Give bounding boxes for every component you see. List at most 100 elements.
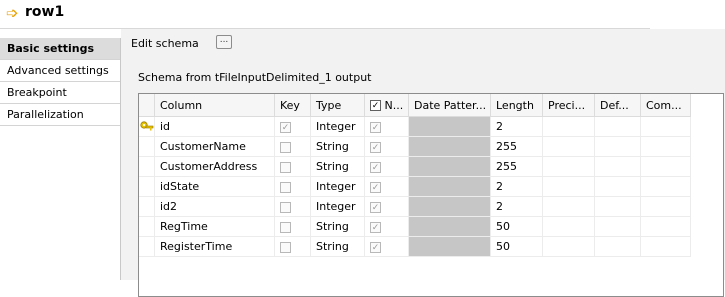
- cell-length[interactable]: 2: [490, 176, 543, 197]
- key-checkbox[interactable]: [280, 181, 291, 193]
- sidebar-item-breakpoint[interactable]: Breakpoint: [0, 82, 120, 104]
- cell-default[interactable]: [594, 156, 641, 177]
- cell-comment[interactable]: [640, 216, 691, 237]
- cell-key[interactable]: [274, 216, 311, 237]
- col-header-comment[interactable]: Com...: [640, 94, 691, 117]
- cell-precision[interactable]: [542, 156, 595, 177]
- nullable-checkbox[interactable]: ✓: [370, 201, 381, 213]
- key-checkbox[interactable]: [280, 221, 291, 233]
- col-header-nullable[interactable]: ✓ N...: [364, 94, 409, 117]
- cell-length[interactable]: 255: [490, 136, 543, 157]
- nullable-checkbox[interactable]: ✓: [370, 241, 381, 253]
- cell-length[interactable]: 50: [490, 216, 543, 237]
- cell-date-pattern[interactable]: [408, 196, 491, 217]
- cell-length[interactable]: 50: [490, 236, 543, 257]
- cell-length[interactable]: 2: [490, 116, 543, 137]
- cell-nullable[interactable]: ✓: [364, 176, 409, 197]
- nullable-all-checkbox[interactable]: ✓: [370, 100, 381, 111]
- cell-type[interactable]: String: [310, 136, 365, 157]
- cell-nullable[interactable]: ✓: [364, 136, 409, 157]
- col-header-date-pattern[interactable]: Date Patter...: [408, 94, 491, 117]
- cell-key[interactable]: ✓: [274, 116, 311, 137]
- cell-default[interactable]: [594, 196, 641, 217]
- cell-key[interactable]: [274, 156, 311, 177]
- cell-default[interactable]: [594, 116, 641, 137]
- cell-type[interactable]: String: [310, 236, 365, 257]
- col-header-type[interactable]: Type: [310, 94, 365, 117]
- table-row[interactable]: idState Integer ✓ 2: [139, 176, 691, 197]
- cell-type[interactable]: Integer: [310, 116, 365, 137]
- cell-comment[interactable]: [640, 136, 691, 157]
- cell-precision[interactable]: [542, 176, 595, 197]
- key-checkbox[interactable]: [280, 161, 291, 173]
- col-header-precision[interactable]: Preci...: [542, 94, 595, 117]
- cell-column-name[interactable]: idState: [154, 176, 275, 197]
- cell-precision[interactable]: [542, 236, 595, 257]
- cell-default[interactable]: [594, 136, 641, 157]
- cell-type[interactable]: Integer: [310, 176, 365, 197]
- cell-length[interactable]: 2: [490, 196, 543, 217]
- key-checkbox[interactable]: [280, 141, 291, 153]
- cell-precision[interactable]: [542, 196, 595, 217]
- nullable-checkbox[interactable]: ✓: [370, 161, 381, 173]
- cell-column-name[interactable]: id2: [154, 196, 275, 217]
- cell-precision[interactable]: [542, 136, 595, 157]
- cell-nullable[interactable]: ✓: [364, 156, 409, 177]
- cell-nullable[interactable]: ✓: [364, 196, 409, 217]
- col-header-default[interactable]: Def...: [594, 94, 641, 117]
- cell-nullable[interactable]: ✓: [364, 236, 409, 257]
- table-row[interactable]: id2 Integer ✓ 2: [139, 196, 691, 217]
- cell-nullable[interactable]: ✓: [364, 116, 409, 137]
- settings-panel: Edit schema ... Schema from tFileInputDe…: [121, 29, 725, 297]
- cell-key[interactable]: [274, 136, 311, 157]
- cell-comment[interactable]: [640, 236, 691, 257]
- cell-type[interactable]: String: [310, 156, 365, 177]
- table-row[interactable]: CustomerName String ✓ 255: [139, 136, 691, 157]
- key-checkbox[interactable]: [280, 201, 291, 213]
- cell-default[interactable]: [594, 236, 641, 257]
- cell-comment[interactable]: [640, 176, 691, 197]
- cell-date-pattern[interactable]: [408, 216, 491, 237]
- cell-default[interactable]: [594, 216, 641, 237]
- cell-comment[interactable]: [640, 156, 691, 177]
- cell-date-pattern[interactable]: [408, 136, 491, 157]
- col-header-length[interactable]: Length: [490, 94, 543, 117]
- cell-precision[interactable]: [542, 216, 595, 237]
- key-checkbox[interactable]: [280, 241, 291, 253]
- nullable-checkbox[interactable]: ✓: [370, 181, 381, 193]
- sidebar-item-basic-settings[interactable]: Basic settings: [0, 38, 120, 60]
- cell-nullable[interactable]: ✓: [364, 216, 409, 237]
- table-row[interactable]: CustomerAddress String ✓ 255: [139, 156, 691, 177]
- cell-length[interactable]: 255: [490, 156, 543, 177]
- cell-key[interactable]: [274, 196, 311, 217]
- table-row[interactable]: RegTime String ✓ 50: [139, 216, 691, 237]
- cell-date-pattern[interactable]: [408, 236, 491, 257]
- sidebar-item-advanced-settings[interactable]: Advanced settings: [0, 60, 120, 82]
- cell-type[interactable]: Integer: [310, 196, 365, 217]
- edit-schema-button[interactable]: ...: [216, 35, 232, 49]
- cell-comment[interactable]: [640, 116, 691, 137]
- table-row[interactable]: id ✓ Integer ✓ 2: [139, 116, 691, 137]
- cell-precision[interactable]: [542, 116, 595, 137]
- cell-column-name[interactable]: CustomerName: [154, 136, 275, 157]
- nullable-checkbox[interactable]: ✓: [370, 221, 381, 233]
- col-header-key[interactable]: Key: [274, 94, 311, 117]
- cell-key[interactable]: [274, 176, 311, 197]
- sidebar-item-parallelization[interactable]: Parallelization: [0, 104, 120, 126]
- key-checkbox[interactable]: ✓: [280, 121, 291, 133]
- cell-column-name[interactable]: id: [154, 116, 275, 137]
- cell-default[interactable]: [594, 176, 641, 197]
- cell-column-name[interactable]: CustomerAddress: [154, 156, 275, 177]
- cell-date-pattern[interactable]: [408, 176, 491, 197]
- cell-column-name[interactable]: RegTime: [154, 216, 275, 237]
- cell-comment[interactable]: [640, 196, 691, 217]
- col-header-column[interactable]: Column: [154, 94, 275, 117]
- cell-type[interactable]: String: [310, 216, 365, 237]
- cell-date-pattern[interactable]: [408, 156, 491, 177]
- cell-column-name[interactable]: RegisterTime: [154, 236, 275, 257]
- nullable-checkbox[interactable]: ✓: [370, 141, 381, 153]
- table-row[interactable]: RegisterTime String ✓ 50: [139, 236, 691, 257]
- cell-date-pattern[interactable]: [408, 116, 491, 137]
- nullable-checkbox[interactable]: ✓: [370, 121, 381, 133]
- cell-key[interactable]: [274, 236, 311, 257]
